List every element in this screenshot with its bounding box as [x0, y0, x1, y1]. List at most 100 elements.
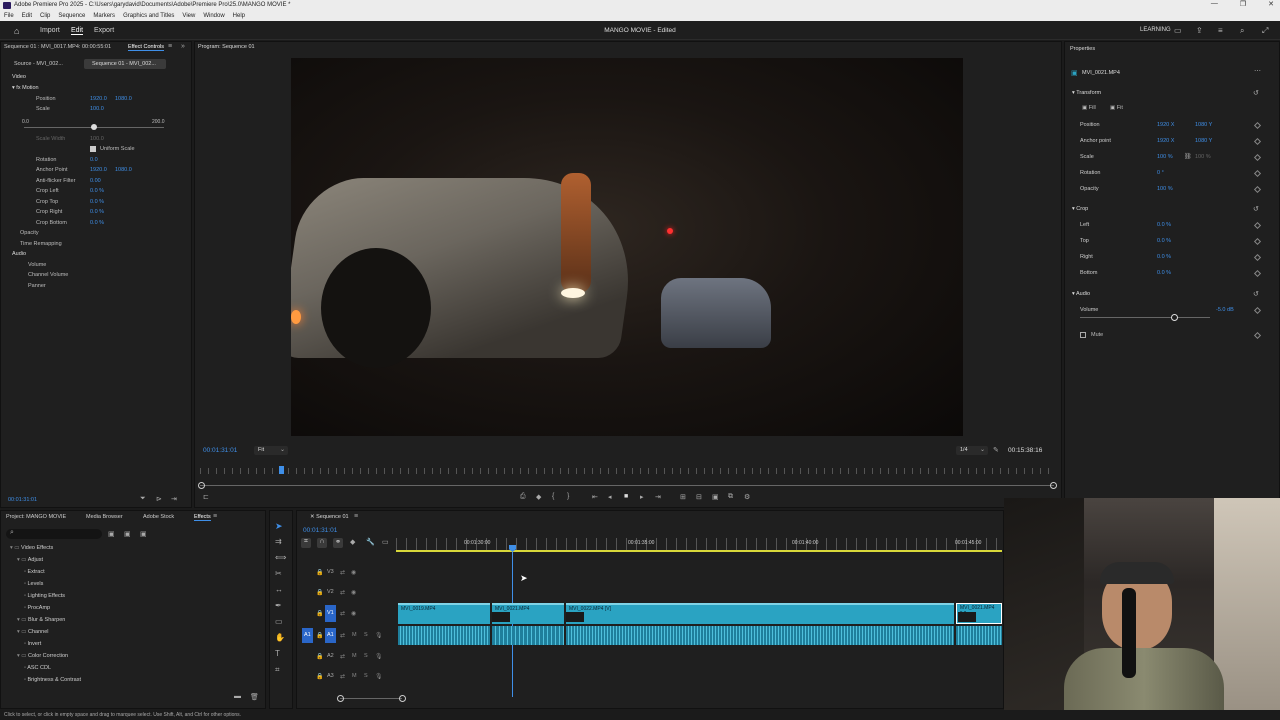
- reset-icon[interactable]: ↺: [1253, 89, 1259, 97]
- ec-channel-volume-label[interactable]: Channel Volume: [28, 272, 68, 278]
- tab-edit[interactable]: Edit: [71, 27, 84, 35]
- ec-crop-bottom-value[interactable]: 0.0 %: [90, 220, 104, 226]
- insert-icon[interactable]: ⊞: [680, 493, 686, 501]
- new-folder-icon[interactable]: ▬: [234, 693, 241, 700]
- audio-clip[interactable]: [566, 626, 954, 645]
- captions-icon[interactable]: ▭: [382, 538, 389, 546]
- mark-in-icon[interactable]: {: [552, 493, 554, 500]
- prop-top-value[interactable]: 0.0 %: [1157, 238, 1171, 244]
- ec-antiflicker-value[interactable]: 0.00: [90, 178, 101, 184]
- zoom-scrollbar[interactable]: [200, 485, 1054, 486]
- caption-tool-icon[interactable]: ⌗: [275, 665, 280, 675]
- nest-toggle-icon[interactable]: ⌗: [301, 538, 311, 548]
- go-to-out-icon[interactable]: ⇥: [655, 493, 661, 501]
- prop-right-value[interactable]: 0.0 %: [1157, 254, 1171, 260]
- lift-icon[interactable]: ⎙: [520, 493, 526, 501]
- microphone-icon[interactable]: 🎙: [375, 632, 383, 639]
- effects-search-input[interactable]: ⌕: [6, 529, 102, 539]
- effects-tree-item[interactable]: ▫ Extract: [24, 569, 45, 575]
- menu-window[interactable]: Window: [203, 11, 224, 21]
- track-select-tool-icon[interactable]: ⇉: [275, 537, 282, 546]
- ec-time-remap-label[interactable]: Time Remapping: [20, 241, 62, 247]
- ec-motion-label[interactable]: ▾ fx Motion: [12, 85, 39, 91]
- share-icon[interactable]: ⇪: [1196, 26, 1203, 35]
- effects-tree-item[interactable]: ▾ ▭ Video Effects: [10, 545, 53, 551]
- lock-icon[interactable]: 🔒: [316, 653, 323, 660]
- more-options-icon[interactable]: ⋯: [1254, 67, 1261, 75]
- mute-checkbox[interactable]: [1080, 332, 1086, 338]
- program-ruler[interactable]: [200, 468, 1054, 474]
- sync-lock-icon[interactable]: ⇄: [340, 589, 345, 596]
- add-marker-icon[interactable]: ◆: [350, 538, 355, 546]
- timeline-zoom-left-handle[interactable]: [337, 695, 344, 702]
- effects-tree-item[interactable]: ▫ Brightness & Contrast: [24, 677, 81, 683]
- ec-crop-right-value[interactable]: 0.0 %: [90, 209, 104, 215]
- panel-menu-icon[interactable]: ≡: [213, 513, 217, 520]
- lock-icon[interactable]: 🔒: [316, 673, 323, 680]
- solo-track-button[interactable]: S: [364, 673, 368, 679]
- prop-anchor-x[interactable]: 1920 X: [1157, 138, 1174, 144]
- sync-lock-icon[interactable]: ⇄: [340, 673, 345, 680]
- maximize-icon[interactable]: ❐: [1240, 0, 1246, 8]
- effects-tree-item[interactable]: ▫ Invert: [24, 641, 41, 647]
- menu-icon[interactable]: ≡: [1218, 26, 1223, 35]
- menu-sequence[interactable]: Sequence: [58, 11, 85, 21]
- sync-lock-icon[interactable]: ⇄: [340, 653, 345, 660]
- prop-position-y[interactable]: 1080 Y: [1195, 122, 1212, 128]
- crop-section[interactable]: ▾ Crop: [1072, 206, 1088, 212]
- lock-icon[interactable]: 🔒: [316, 632, 323, 639]
- step-forward-icon[interactable]: ▸: [640, 493, 644, 501]
- tab-project[interactable]: Project: MANGO MOVIE: [6, 514, 66, 520]
- ec-scale-value[interactable]: 100.0: [90, 106, 104, 112]
- transform-section[interactable]: ▾ Transform: [1072, 90, 1101, 96]
- mute-track-button[interactable]: M: [352, 653, 357, 659]
- ec-tab-effect-controls[interactable]: Effect Controls: [128, 44, 164, 51]
- sync-lock-icon[interactable]: ⇄: [340, 569, 345, 576]
- close-icon[interactable]: ✕: [1268, 0, 1274, 8]
- effects-tree-item[interactable]: ▾ ▭ Blur & Sharpen: [17, 617, 65, 623]
- zoom-select[interactable]: Fit ⌄: [254, 446, 288, 455]
- ec-position-x[interactable]: 1920.0: [90, 96, 107, 102]
- ec-source-clip[interactable]: Source - MVI_002...: [14, 61, 63, 67]
- sync-lock-icon[interactable]: ⇄: [340, 632, 345, 639]
- filter-icon[interactable]: ⏷: [140, 495, 146, 503]
- tab-media-browser[interactable]: Media Browser: [86, 514, 123, 520]
- accelerated-effects-icon[interactable]: ▣: [108, 530, 115, 538]
- export-frame-icon[interactable]: ⇥: [171, 495, 177, 503]
- zoom-scrollbar-left-handle[interactable]: [198, 482, 205, 489]
- ec-anchor-x[interactable]: 1920.0: [90, 167, 107, 173]
- audio-clip[interactable]: [956, 626, 1002, 645]
- ec-tab-source[interactable]: Sequence 01 : MVI_0017.MP4: 00:00:55:01: [4, 44, 111, 50]
- fullscreen-icon[interactable]: ⤢: [1262, 26, 1268, 36]
- ec-timecode[interactable]: 00:01:31:01: [8, 497, 37, 503]
- menu-edit[interactable]: Edit: [22, 11, 32, 21]
- timeline-timecode[interactable]: 00:01:31:01: [303, 527, 337, 534]
- fill-button[interactable]: ▣ Fill: [1082, 105, 1096, 111]
- overwrite-icon[interactable]: ⊟: [696, 493, 702, 501]
- menu-graphics[interactable]: Graphics and Titles: [123, 11, 174, 21]
- delete-icon[interactable]: 🗑: [250, 693, 259, 701]
- menu-view[interactable]: View: [182, 11, 195, 21]
- prop-volume-value[interactable]: -5.0 dB: [1216, 307, 1234, 313]
- ec-crop-top-value[interactable]: 0.0 %: [90, 199, 104, 205]
- mute-track-button[interactable]: M: [352, 632, 357, 638]
- audio-section[interactable]: ▾ Audio: [1072, 291, 1090, 297]
- ec-scale-slider-thumb[interactable]: [91, 124, 97, 130]
- prop-bottom-value[interactable]: 0.0 %: [1157, 270, 1171, 276]
- prop-rotation-value[interactable]: 0 °: [1157, 170, 1164, 176]
- lock-icon[interactable]: 🔒: [316, 610, 323, 617]
- selection-tool-icon[interactable]: ➤: [275, 521, 283, 532]
- eye-icon[interactable]: ◉: [351, 610, 356, 617]
- effects-tree-item[interactable]: ▾ ▭ Adjust: [17, 557, 43, 563]
- link-icon[interactable]: ⛓: [1184, 153, 1192, 160]
- prop-position-x[interactable]: 1920 X: [1157, 122, 1174, 128]
- volume-slider[interactable]: [1080, 317, 1210, 318]
- workspace-icon[interactable]: ▭: [1174, 26, 1182, 35]
- razor-tool-icon[interactable]: ✂: [275, 569, 282, 578]
- video-clip[interactable]: MVI_0022.MP4 [V]: [566, 603, 954, 624]
- prop-scale-value[interactable]: 100 %: [1157, 154, 1173, 160]
- mark-out-icon[interactable]: }: [567, 493, 569, 500]
- stop-icon[interactable]: ■: [624, 493, 628, 500]
- program-tab[interactable]: Program: Sequence 01: [198, 44, 255, 50]
- effects-tree-item[interactable]: ▫ Lighting Effects: [24, 593, 65, 599]
